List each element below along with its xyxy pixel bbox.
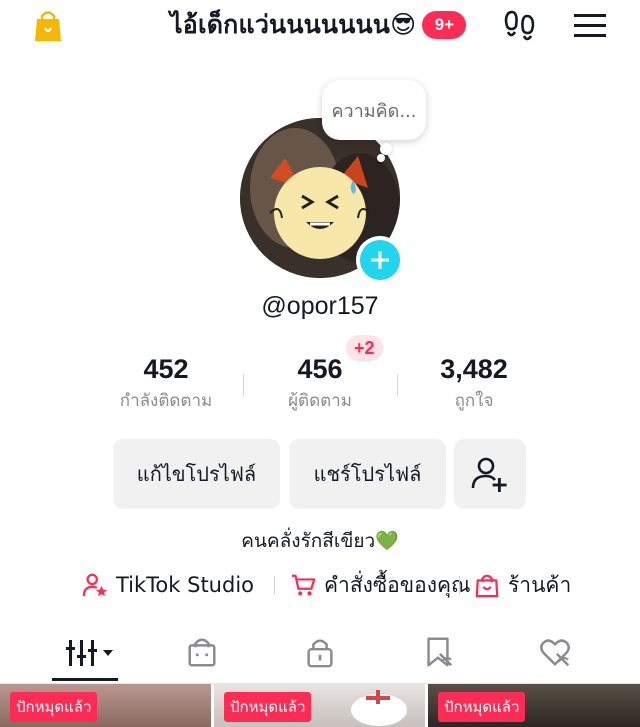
thought-bubble-dot: [377, 154, 385, 162]
stat-likes[interactable]: 3,482 ถูกใจ: [398, 350, 550, 414]
edit-profile-button[interactable]: แก้ไขโปรไฟล์: [113, 439, 280, 509]
cart-icon: [291, 574, 316, 596]
bio: คนคลั่งรักสีเขียว💚: [241, 530, 399, 552]
orders-link[interactable]: คำสั่งซื้อของคุณ: [290, 568, 471, 602]
video-thumbnail[interactable]: ปักหมุดแล้ว: [214, 684, 425, 727]
likes-count: 3,482: [440, 354, 508, 384]
active-tab-indicator: [52, 678, 118, 681]
tab-videos[interactable]: [58, 630, 120, 674]
profile-title-area[interactable]: ไอ้เด็กแว่นนนนนนน😎 9+: [170, 8, 467, 42]
quick-link-label: คำสั่งซื้อของคุณ: [324, 572, 471, 597]
top-bar: ไอ้เด็กแว่นนนนนนน😎 9+: [0, 0, 640, 56]
shop-link[interactable]: ร้านค้า: [474, 568, 571, 602]
tab-shop[interactable]: [170, 630, 234, 674]
following-label: กำลังติดตาม: [119, 391, 213, 411]
plus-icon: [360, 240, 400, 280]
add-friend-button[interactable]: [454, 439, 526, 509]
liked-heart-icon: [540, 639, 570, 667]
stats-row: 452 กำลังติดตาม 456 ผู้ติดตาม 3,482 ถูกใ…: [90, 350, 550, 420]
thought-bubble[interactable]: ความคิด...: [322, 80, 426, 140]
username: @opor157: [261, 292, 379, 320]
tab-private[interactable]: [288, 630, 352, 674]
profile-title: ไอ้เด็กแว่นนนนนนน😎: [170, 10, 417, 39]
videos-grid-icon: [66, 640, 113, 666]
lock-icon: [307, 639, 333, 668]
stat-following[interactable]: 452 กำลังติดตาม: [90, 350, 242, 414]
add-avatar-button[interactable]: [356, 236, 404, 284]
add-friend-icon: [471, 457, 507, 492]
video-thumbnail[interactable]: ปักหมุดแล้ว: [0, 684, 211, 727]
person-star-icon: [82, 573, 108, 597]
quick-link-divider: [274, 576, 275, 594]
video-thumbnail[interactable]: ปักหมุดแล้ว: [428, 684, 640, 727]
shop-icon[interactable]: [30, 8, 66, 44]
quick-link-label: ร้านค้า: [508, 572, 572, 597]
following-count: 452: [143, 354, 189, 384]
tab-saved[interactable]: [406, 630, 470, 674]
shop-bag-icon: [475, 574, 499, 598]
pinned-label: ปักหมุดแล้ว: [224, 692, 312, 722]
quick-link-label: TikTok Studio: [116, 573, 255, 597]
notification-badge[interactable]: 9+: [422, 11, 467, 39]
pinned-label: ปักหมุดแล้ว: [438, 692, 526, 722]
shop-bag-icon: [188, 638, 216, 667]
footsteps-icon[interactable]: [500, 8, 540, 44]
new-followers-badge: +2: [346, 335, 383, 361]
tiktok-studio-link[interactable]: TikTok Studio: [82, 568, 254, 602]
quick-link-divider: [459, 576, 460, 594]
menu-icon[interactable]: [572, 12, 608, 40]
likes-label: ถูกใจ: [454, 391, 494, 411]
pinned-label: ปักหมุดแล้ว: [10, 692, 98, 722]
saved-bookmark-icon: [427, 637, 453, 667]
profile-tabs: [0, 624, 640, 684]
share-profile-button[interactable]: แชร์โปรไฟล์: [289, 439, 446, 509]
followers-label: ผู้ติดตาม: [288, 391, 352, 411]
tab-liked[interactable]: [523, 630, 587, 674]
